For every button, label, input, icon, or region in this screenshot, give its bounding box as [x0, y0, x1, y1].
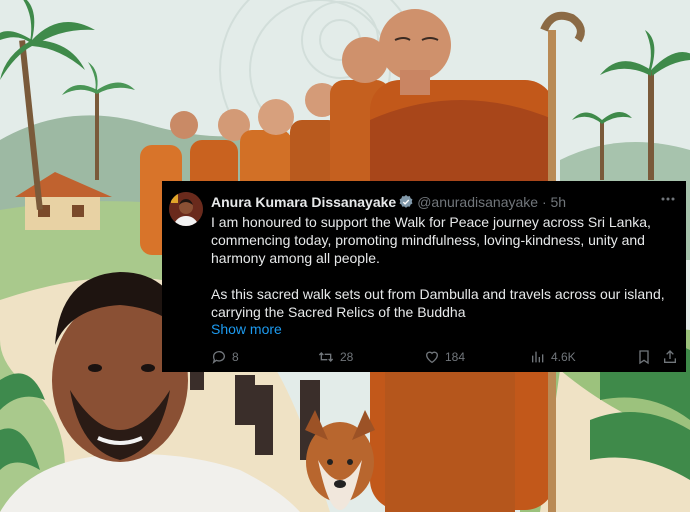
views-chart-icon — [532, 351, 544, 363]
tweet-card[interactable]: Anura Kumara Dissanayake @anuradisanayake… — [162, 181, 686, 372]
tweet-text: I am honoured to support the Walk for Pe… — [211, 213, 677, 321]
bookmark-button[interactable] — [636, 349, 652, 365]
reply-button[interactable]: 8 — [211, 349, 239, 365]
bookmark-icon — [639, 350, 649, 365]
repost-button[interactable]: 28 — [317, 349, 353, 365]
views-button[interactable]: 4.6K — [530, 349, 576, 365]
repost-count: 28 — [340, 350, 354, 364]
heart-icon — [425, 351, 439, 364]
show-more-link[interactable]: Show more — [211, 321, 282, 337]
like-button[interactable]: 184 — [424, 349, 465, 365]
more-options-icon[interactable] — [660, 191, 676, 212]
like-count: 184 — [445, 350, 466, 364]
views-count: 4.6K — [551, 350, 576, 364]
tweet-paragraph-2: As this sacred walk sets out from Dambul… — [211, 286, 665, 320]
reply-icon — [212, 351, 225, 364]
share-icon — [664, 350, 676, 363]
author-handle[interactable]: @anuradisanayake — [417, 194, 538, 210]
reply-count: 8 — [232, 350, 239, 364]
avatar[interactable] — [169, 192, 203, 226]
tweet-paragraph-1: I am honoured to support the Walk for Pe… — [211, 214, 651, 266]
timestamp[interactable]: 5h — [551, 194, 567, 210]
verified-badge-icon — [398, 194, 414, 214]
tweet-actions: 8 28 184 4.6K — [211, 349, 679, 367]
separator: · — [541, 194, 547, 210]
author-name[interactable]: Anura Kumara Dissanayake — [211, 194, 396, 210]
share-button[interactable] — [662, 349, 678, 365]
repost-icon — [318, 352, 334, 362]
tweet-header: Anura Kumara Dissanayake @anuradisanayake… — [211, 193, 566, 214]
